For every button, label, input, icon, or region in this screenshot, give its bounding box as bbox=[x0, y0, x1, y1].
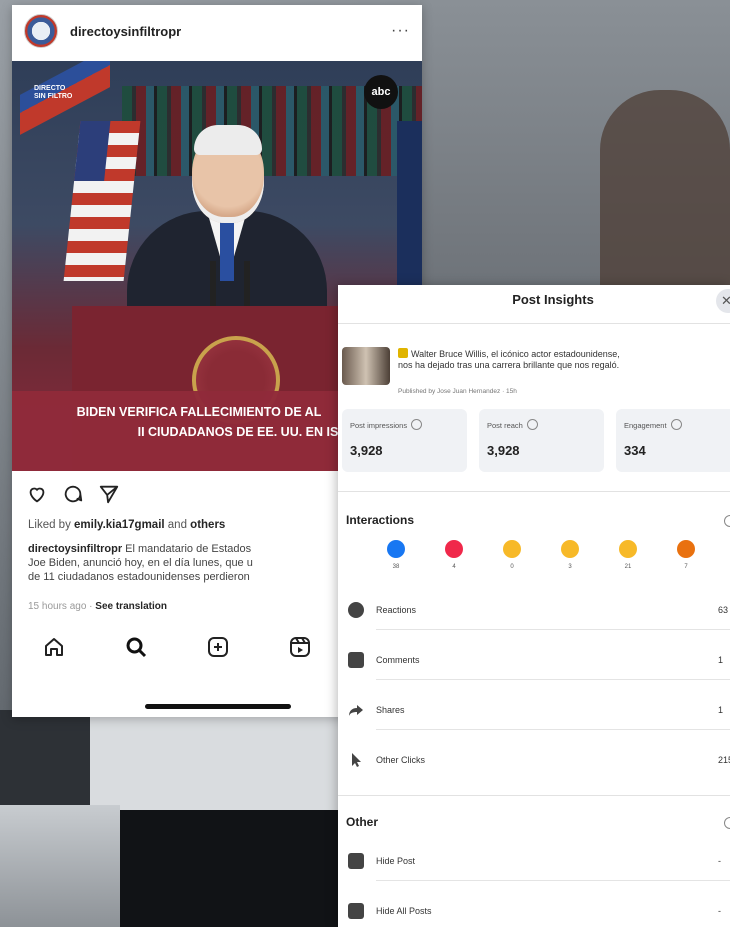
row-comments[interactable]: Comments 1 bbox=[338, 640, 730, 680]
heart-icon[interactable] bbox=[26, 483, 48, 505]
home-indicator bbox=[145, 704, 291, 709]
reaction-haha: 0 bbox=[502, 540, 522, 570]
stat-engagement: Engagement 334 bbox=[616, 409, 730, 472]
comment-icon bbox=[348, 652, 364, 668]
row-hide-all-posts[interactable]: Hide All Posts - bbox=[338, 891, 730, 927]
reaction-wow: 3 bbox=[560, 540, 580, 570]
emoji-icon bbox=[398, 348, 408, 358]
liked-others-link[interactable]: others bbox=[190, 519, 225, 531]
search-icon[interactable] bbox=[124, 635, 148, 659]
liked-by: Liked by emily.kia17gmail and others bbox=[28, 519, 226, 531]
avatar[interactable] bbox=[24, 14, 58, 48]
post-insights-panel: Post Insights ✕ Walter Bruce Willis, el … bbox=[338, 285, 730, 927]
post-thumbnail[interactable] bbox=[342, 347, 390, 385]
post-username[interactable]: directoysinfiltropr bbox=[70, 24, 391, 39]
love-icon bbox=[445, 540, 463, 558]
reaction-love: 4 bbox=[444, 540, 464, 570]
close-icon[interactable]: ✕ bbox=[716, 289, 730, 313]
row-hide-post[interactable]: Hide Post - bbox=[338, 841, 730, 881]
us-flag bbox=[63, 121, 141, 281]
reactions-icon bbox=[348, 602, 364, 618]
interactions-title: Interactions bbox=[346, 513, 415, 527]
reaction-sad: 21 bbox=[618, 540, 638, 570]
hide-all-posts-icon bbox=[348, 903, 364, 919]
angry-icon bbox=[677, 540, 695, 558]
share-icon bbox=[348, 702, 364, 718]
create-icon[interactable] bbox=[206, 635, 230, 659]
like-icon bbox=[387, 540, 405, 558]
reaction-like: 38 bbox=[386, 540, 406, 570]
liked-user-link[interactable]: emily.kia17gmail bbox=[74, 519, 165, 531]
reaction-angry: 7 bbox=[676, 540, 696, 570]
info-icon[interactable] bbox=[411, 419, 423, 430]
row-other-clicks[interactable]: Other Clicks 215 bbox=[338, 740, 730, 780]
post-preview-text[interactable]: Walter Bruce Willis, el icónico actor es… bbox=[398, 348, 728, 371]
abc-logo: abc bbox=[364, 75, 398, 109]
share-icon[interactable] bbox=[98, 483, 120, 505]
info-icon[interactable] bbox=[724, 515, 730, 527]
post-timestamp: 15 hours ago · See translation bbox=[28, 601, 167, 612]
published-by: Published by Jose Juan Hernandez · 15h bbox=[398, 388, 517, 395]
row-shares[interactable]: Shares 1 bbox=[338, 690, 730, 730]
comment-icon[interactable] bbox=[62, 483, 84, 505]
other-title: Other bbox=[346, 815, 379, 829]
info-icon[interactable] bbox=[724, 817, 730, 829]
info-icon[interactable] bbox=[670, 419, 682, 430]
home-icon[interactable] bbox=[42, 635, 66, 659]
caption-username[interactable]: directoysinfiltropr bbox=[28, 543, 122, 555]
wow-icon bbox=[561, 540, 579, 558]
cursor-icon bbox=[348, 752, 364, 768]
more-options-icon[interactable]: ··· bbox=[391, 22, 410, 40]
see-translation-link[interactable]: See translation bbox=[95, 601, 167, 612]
reels-icon[interactable] bbox=[288, 635, 312, 659]
sad-icon bbox=[619, 540, 637, 558]
row-reactions[interactable]: Reactions 63 bbox=[338, 590, 730, 630]
stat-post-impressions: Post impressions 3,928 bbox=[342, 409, 467, 472]
post-header: directoysinfiltropr ··· bbox=[12, 5, 422, 57]
channel-badge-text: DIRECTO SIN FILTRO bbox=[34, 85, 73, 100]
stat-post-reach: Post reach 3,928 bbox=[479, 409, 604, 472]
hide-post-icon bbox=[348, 853, 364, 869]
haha-icon bbox=[503, 540, 521, 558]
post-actions bbox=[26, 483, 120, 505]
panel-title: Post Insights bbox=[512, 292, 594, 307]
info-icon[interactable] bbox=[526, 419, 538, 430]
